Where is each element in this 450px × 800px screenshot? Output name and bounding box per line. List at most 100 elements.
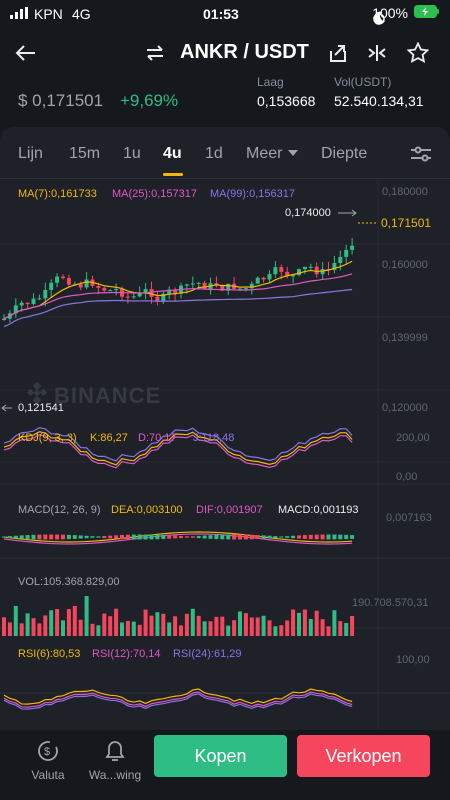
indicator-lines xyxy=(3,260,353,710)
candle-body xyxy=(255,277,260,284)
volume-bar xyxy=(161,613,166,636)
kline-chart[interactable]: MA(7):0,161733 MA(25):0,157317 MA(99):0,… xyxy=(0,180,450,730)
volume-bar xyxy=(214,616,219,636)
macd-histogram-bar xyxy=(2,536,6,538)
network-label: 4G xyxy=(72,6,91,22)
sell-button[interactable]: Verkopen xyxy=(297,735,430,777)
candle-body xyxy=(308,266,313,268)
axis-label-3: 0,139999 xyxy=(382,332,428,344)
volume-bar xyxy=(249,617,254,636)
candle-body xyxy=(43,290,48,299)
macd-histogram-bar xyxy=(167,535,172,539)
buy-button[interactable]: Kopen xyxy=(154,735,287,777)
macd-histogram-bar xyxy=(25,535,30,539)
clock: 01:53 xyxy=(203,6,239,22)
macd-histogram-bar xyxy=(90,536,95,538)
favorite-star-icon[interactable] xyxy=(403,38,433,68)
compress-icon[interactable] xyxy=(362,38,392,68)
volume-bar xyxy=(149,615,154,636)
volume-bar xyxy=(13,606,18,636)
macd-histogram-bar xyxy=(344,534,349,540)
macd-histogram-bar xyxy=(131,534,136,540)
tab-1h[interactable]: 1u xyxy=(123,145,141,163)
volume-bar xyxy=(243,613,248,636)
volume-bar xyxy=(108,616,113,636)
back-arrow-icon[interactable] xyxy=(10,38,40,68)
currency-exchange-icon: $ xyxy=(16,738,80,764)
macd-histogram-bar xyxy=(143,534,148,540)
macd-histogram-bar xyxy=(285,536,290,538)
alert-label: Wa...wing xyxy=(88,768,142,782)
candle-body xyxy=(190,283,195,285)
volume-bar xyxy=(55,609,60,636)
macd-histogram-bar xyxy=(120,534,124,540)
candle-body xyxy=(155,296,160,302)
tab-15m[interactable]: 15m xyxy=(69,145,100,163)
sliders-icon[interactable] xyxy=(410,145,432,168)
macd-histogram-bar xyxy=(326,534,331,540)
battery-icon xyxy=(414,5,440,21)
volume-bar xyxy=(308,619,313,636)
volume-bar xyxy=(114,608,119,636)
tab-more[interactable]: Meer xyxy=(246,145,299,163)
candle-body xyxy=(49,282,54,291)
candle-body xyxy=(243,288,248,290)
last-price: $ 0,171501 xyxy=(18,91,104,110)
macd-histogram-bar xyxy=(249,534,254,540)
tab-line[interactable]: Lijn xyxy=(18,145,43,163)
share-icon[interactable] xyxy=(323,38,353,68)
volume-bar xyxy=(350,616,355,636)
alert-button[interactable]: Wa...wing xyxy=(83,738,147,782)
swap-icon[interactable] xyxy=(142,38,168,68)
macd-histogram-bar xyxy=(208,535,213,539)
macd-histogram-bar xyxy=(184,536,189,538)
volume-bar xyxy=(43,615,48,636)
candle-body xyxy=(196,282,201,284)
macd-histogram-bar xyxy=(31,534,36,540)
tab-1d[interactable]: 1d xyxy=(205,145,223,163)
volume-bar xyxy=(226,625,231,636)
macd-histogram-bar xyxy=(19,535,24,539)
volume-bar xyxy=(31,618,36,636)
volume-bar xyxy=(78,619,83,636)
status-bar: KPN 4G 01:53 100% xyxy=(0,0,450,28)
macd-histogram-bar xyxy=(179,535,183,539)
pair-title[interactable]: ANKR / USDT xyxy=(180,41,309,64)
rsi6-legend: RSI(6):80,53 xyxy=(18,648,81,660)
bell-icon xyxy=(83,738,147,764)
macd-histogram-bar xyxy=(202,535,207,539)
rsi-axis: 100,00 xyxy=(396,654,430,666)
candle-body xyxy=(202,282,207,289)
candle-body xyxy=(102,287,107,291)
current-price-marker: 0,171501 xyxy=(381,216,432,230)
macd-histogram-bar xyxy=(7,536,12,538)
macd-histogram-bar xyxy=(161,534,166,540)
carrier-label: KPN xyxy=(34,6,63,22)
macd-histogram-bar xyxy=(261,535,266,539)
candle-body xyxy=(55,276,60,283)
macd-axis: 0,007163 xyxy=(386,512,432,524)
volume-bar xyxy=(72,606,77,636)
volume-bar xyxy=(220,616,225,636)
macd-histogram-bar xyxy=(332,534,337,540)
macd-histogram-bar xyxy=(96,536,101,538)
candle-body xyxy=(184,284,189,286)
currency-button[interactable]: $ Valuta xyxy=(16,738,80,782)
ma99-legend: MA(99):0,156317 xyxy=(210,188,295,200)
macd-histogram-bar xyxy=(238,534,242,540)
candle-body xyxy=(302,266,307,270)
tab-4h[interactable]: 4u xyxy=(163,145,182,163)
tab-depth[interactable]: Diepte xyxy=(321,145,367,163)
volume-bar xyxy=(267,620,272,636)
macd-histogram-bar xyxy=(149,534,154,540)
volume-bar xyxy=(143,609,148,636)
macd-histogram-bar xyxy=(66,534,71,540)
macd-histogram-bar xyxy=(243,534,248,540)
macd-histogram-bar xyxy=(155,534,160,540)
volume-title: VOL:105.368.829,00 xyxy=(18,576,120,588)
rsi24-legend: RSI(24):61,29 xyxy=(173,648,242,660)
header: ANKR / USDT xyxy=(0,28,450,78)
volume-value: 52.540.134,31 xyxy=(334,93,424,109)
macd-histogram-bar xyxy=(43,534,48,540)
kdj-axis-bottom: 0,00 xyxy=(396,471,418,483)
